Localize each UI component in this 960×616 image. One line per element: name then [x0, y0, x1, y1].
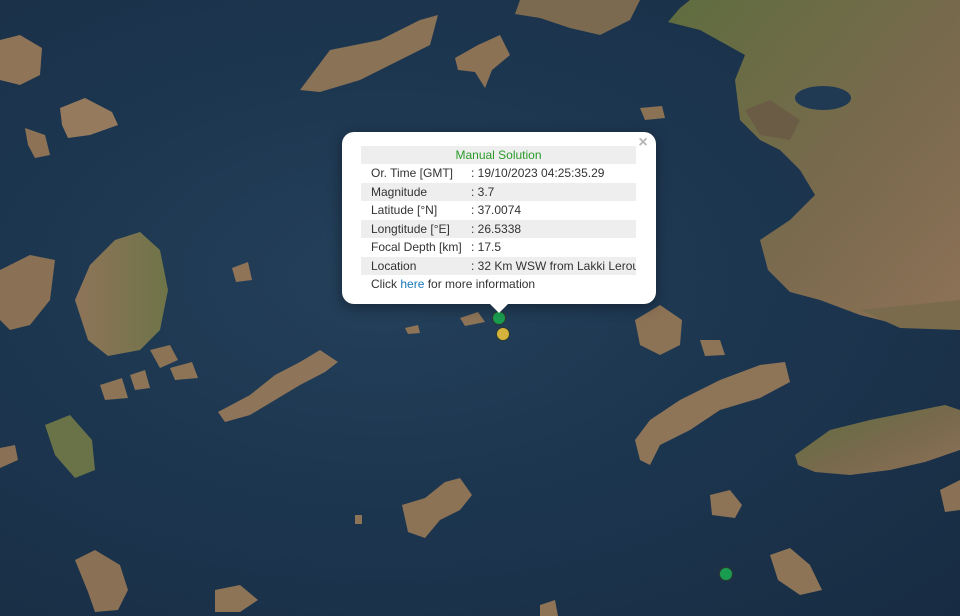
- info-label: Or. Time [GMT]: [371, 166, 454, 181]
- more-info-line: Click here for more information: [371, 277, 536, 291]
- info-row: Longtitude [°E]: 26.5338: [361, 219, 636, 238]
- info-row: Focal Depth [km] : 17.5: [361, 238, 636, 257]
- info-value: : 17.5: [471, 240, 502, 255]
- quake-info-table: Or. Time [GMT] : 19/10/2023 04:25:35.29 Ma…: [361, 164, 636, 275]
- info-value: : 3.7: [471, 182, 636, 201]
- quake-marker-yellow[interactable]: [496, 327, 510, 341]
- mainland-coast: [668, 0, 960, 330]
- info-value: : 26.5338: [471, 219, 636, 238]
- info-value: : 37.0074: [471, 203, 522, 218]
- info-label: Location: [361, 256, 471, 275]
- info-row: Latitude [°N] : 37.0074: [361, 201, 636, 220]
- info-label: Latitude [°N]: [371, 203, 438, 218]
- info-label: Longtitude [°E]: [361, 219, 471, 238]
- map-landmasses: [0, 0, 960, 616]
- close-icon[interactable]: ×: [635, 135, 651, 151]
- info-row: Location: 32 Km WSW from Lakki Lerou: [361, 256, 636, 275]
- info-label: Focal Depth [km]: [371, 240, 462, 255]
- island-west-large: [75, 232, 168, 356]
- info-row: Magnitude: 3.7: [361, 182, 636, 201]
- earthquake-info-popup: × Manual Solution Or. Time [GMT] : 19/10/…: [342, 132, 656, 313]
- info-value: : 32 Km WSW from Lakki Lerou: [471, 256, 636, 275]
- info-label: Magnitude: [361, 182, 471, 201]
- info-row: Or. Time [GMT] : 19/10/2023 04:25:35.29: [361, 164, 636, 183]
- island-east-large: [635, 362, 790, 465]
- popup-title: Manual Solution: [361, 146, 636, 164]
- quake-marker-south[interactable]: [719, 567, 733, 581]
- quake-marker-selected[interactable]: [492, 311, 506, 325]
- island-nw-long: [300, 15, 438, 92]
- island-se: [795, 405, 960, 475]
- popup-tip: [489, 303, 509, 313]
- info-value: : 19/10/2023 04:25:35.29: [471, 166, 605, 181]
- island-central-long: [218, 350, 338, 422]
- satellite-map[interactable]: [0, 0, 960, 616]
- more-info-link[interactable]: here: [400, 277, 424, 291]
